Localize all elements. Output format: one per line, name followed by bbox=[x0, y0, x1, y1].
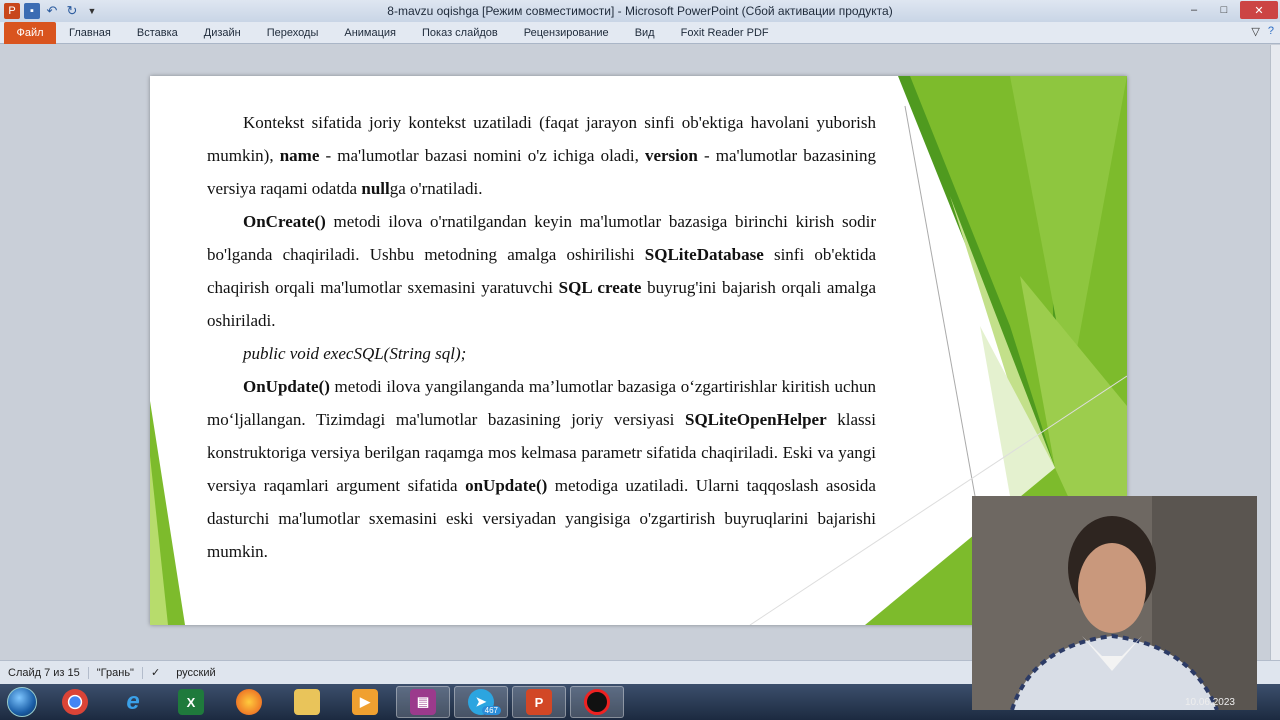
language-indicator[interactable]: русский bbox=[168, 667, 223, 679]
taskbar-excel[interactable]: X bbox=[164, 686, 218, 718]
maximize-button[interactable]: □ bbox=[1210, 1, 1238, 19]
explorer-icon bbox=[294, 689, 320, 715]
tab-design[interactable]: Дизайн bbox=[191, 22, 254, 44]
bold-term: OnCreate() bbox=[243, 212, 326, 231]
tab-home[interactable]: Главная bbox=[56, 22, 124, 44]
powerpoint-icon: P bbox=[526, 689, 552, 715]
bold-term: SQL create bbox=[558, 278, 642, 297]
code-line: public void execSQL(String sql); bbox=[243, 344, 467, 363]
taskbar-chrome[interactable] bbox=[48, 686, 102, 718]
bold-term: SQLiteOpenHelper bbox=[684, 410, 827, 429]
theme-name[interactable]: "Грань" bbox=[89, 666, 143, 679]
bold-term: null bbox=[361, 179, 390, 198]
close-button[interactable]: ✕ bbox=[1240, 1, 1278, 19]
taskbar-powerpoint[interactable]: P bbox=[512, 686, 566, 718]
bold-term: onUpdate() bbox=[465, 476, 548, 495]
presenter-video-feed bbox=[972, 496, 1257, 710]
slide-body-text[interactable]: Kontekst sifatida joriy kontekst uzatila… bbox=[207, 106, 876, 568]
paragraph-context: Kontekst sifatida joriy kontekst uzatila… bbox=[207, 106, 876, 205]
customize-icon[interactable]: ▼ bbox=[84, 3, 100, 19]
tab-file[interactable]: Файл bbox=[4, 21, 56, 44]
tab-foxit-pdf[interactable]: Foxit Reader PDF bbox=[668, 22, 782, 44]
quick-access-toolbar: P ▪ ↶ ↻ ▼ bbox=[0, 0, 100, 22]
spellcheck-icon[interactable]: ✓ bbox=[143, 666, 168, 679]
tab-review[interactable]: Рецензирование bbox=[511, 22, 622, 44]
webcam-overlay: 10.06.2023 bbox=[972, 496, 1257, 710]
taskbar-firefox[interactable] bbox=[222, 686, 276, 718]
text-run: ga o'rnatiladi. bbox=[389, 179, 483, 198]
start-button[interactable] bbox=[0, 684, 44, 720]
text-run: - ma'lumotlar bazasi nomini o'z ichiga o… bbox=[319, 146, 645, 165]
taskbar-telegram[interactable]: ➤ 467 bbox=[454, 686, 508, 718]
taskbar-recorder[interactable] bbox=[570, 686, 624, 718]
powerpoint-app-icon[interactable]: P bbox=[4, 3, 20, 19]
paragraph-onupdate: OnUpdate() metodi ilova yangilanganda ma… bbox=[207, 370, 876, 568]
media-player-icon: ▶ bbox=[352, 689, 378, 715]
save-icon[interactable]: ▪ bbox=[24, 3, 40, 19]
paragraph-oncreate: OnCreate() metodi ilova o'rnatilgandan k… bbox=[207, 205, 876, 337]
tab-slideshow[interactable]: Показ слайдов bbox=[409, 22, 511, 44]
telegram-badge: 467 bbox=[481, 706, 501, 715]
bold-term: SQLiteDatabase bbox=[644, 245, 764, 264]
firefox-icon bbox=[236, 689, 262, 715]
tab-insert[interactable]: Вставка bbox=[124, 22, 191, 44]
windows-logo-icon bbox=[7, 687, 37, 717]
taskbar-ie[interactable]: e bbox=[106, 686, 160, 718]
tab-view[interactable]: Вид bbox=[622, 22, 668, 44]
tab-transitions[interactable]: Переходы bbox=[254, 22, 332, 44]
archive-icon: ▤ bbox=[410, 689, 436, 715]
ribbon-tabs: Файл Главная Вставка Дизайн Переходы Ани… bbox=[0, 21, 1280, 44]
title-bar: P ▪ ↶ ↻ ▼ 8-mavzu oqishga [Режим совмест… bbox=[0, 0, 1280, 22]
window-title: 8-mavzu oqishga [Режим совместимости] - … bbox=[387, 4, 893, 18]
minimize-button[interactable]: – bbox=[1180, 1, 1208, 19]
undo-icon[interactable]: ↶ bbox=[44, 3, 60, 19]
excel-icon: X bbox=[178, 689, 204, 715]
date-display: 10.06.2023 bbox=[1184, 697, 1235, 708]
chrome-icon bbox=[62, 689, 88, 715]
bold-term: OnUpdate() bbox=[243, 377, 330, 396]
bold-term: name bbox=[279, 146, 320, 165]
redo-icon[interactable]: ↻ bbox=[64, 3, 80, 19]
taskbar-media-player[interactable]: ▶ bbox=[338, 686, 392, 718]
taskbar-archive[interactable]: ▤ bbox=[396, 686, 450, 718]
ie-icon: e bbox=[126, 688, 140, 715]
slide-counter: Слайд 7 из 15 bbox=[0, 666, 89, 679]
bold-term: version bbox=[644, 146, 698, 165]
tab-animation[interactable]: Анимация bbox=[331, 22, 409, 44]
vertical-scrollbar[interactable] bbox=[1270, 45, 1280, 660]
ribbon-collapse-icon[interactable]: ▽ bbox=[1251, 25, 1259, 38]
taskbar-explorer[interactable] bbox=[280, 686, 334, 718]
help-icon[interactable]: ? bbox=[1268, 25, 1274, 38]
recorder-icon bbox=[584, 689, 610, 715]
